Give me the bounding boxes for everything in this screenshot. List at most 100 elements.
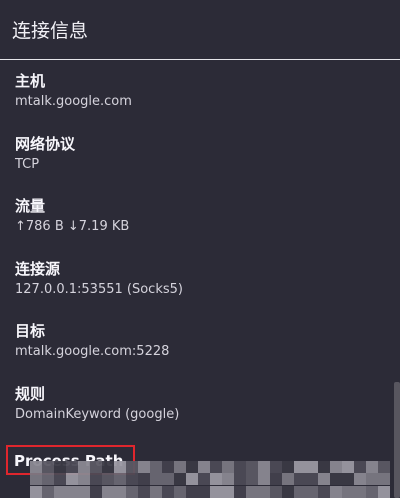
redaction-pixel bbox=[186, 473, 198, 486]
redaction-pixel bbox=[30, 461, 42, 473]
redaction-pixel bbox=[378, 461, 390, 473]
redaction-pixel bbox=[66, 485, 78, 498]
redaction-pixel bbox=[138, 485, 150, 498]
redaction-pixel bbox=[234, 485, 246, 498]
redaction-pixel bbox=[102, 473, 114, 486]
redaction-pixel bbox=[174, 485, 186, 498]
connection-details: 主机 mtalk.google.com 网络协议 TCP 流量 ↑786 B ↓… bbox=[0, 60, 400, 497]
redaction-pixel bbox=[366, 461, 378, 473]
redaction-pixel bbox=[42, 485, 54, 498]
redaction-pixel bbox=[162, 485, 174, 498]
redaction-pixel bbox=[222, 485, 234, 498]
redaction-pixel bbox=[78, 485, 90, 498]
redaction-pixel bbox=[246, 473, 258, 486]
redaction-pixel bbox=[198, 473, 210, 486]
redaction-pixel bbox=[186, 485, 198, 498]
redaction-pixel bbox=[42, 473, 54, 486]
field-value-source: 127.0.0.1:53551 (Socks5) bbox=[15, 281, 183, 297]
redaction-pixel bbox=[114, 485, 126, 498]
redaction-pixel bbox=[90, 485, 102, 498]
field-label-network-protocol: 网络协议 bbox=[15, 134, 76, 153]
scrollbar[interactable] bbox=[394, 382, 400, 498]
redaction-pixel bbox=[366, 485, 378, 498]
redaction-pixel bbox=[294, 473, 306, 486]
redaction-pixel bbox=[90, 461, 102, 473]
redaction-pixel bbox=[114, 461, 126, 473]
field-value-network-protocol: TCP bbox=[15, 156, 40, 172]
field-host: 主机 mtalk.google.com bbox=[15, 70, 400, 133]
redaction-pixel bbox=[306, 473, 318, 486]
field-label-source: 连接源 bbox=[15, 259, 61, 278]
redaction-pixel bbox=[366, 473, 378, 486]
redaction-pixel bbox=[162, 473, 174, 486]
redaction-pixel bbox=[126, 485, 138, 498]
redaction-pixel bbox=[174, 473, 186, 486]
redaction-pixel bbox=[294, 485, 306, 498]
field-network-protocol: 网络协议 TCP bbox=[15, 133, 400, 196]
field-label-host: 主机 bbox=[15, 72, 46, 90]
field-label-destination: 目标 bbox=[15, 322, 46, 340]
redaction-pixel bbox=[210, 473, 222, 486]
redaction-pixel bbox=[78, 473, 90, 486]
redaction-pixel bbox=[30, 485, 42, 498]
redaction-pixel bbox=[138, 461, 150, 473]
redaction-pixel bbox=[114, 473, 126, 486]
redaction-pixel bbox=[378, 485, 390, 498]
redaction-pixel bbox=[198, 461, 210, 473]
redaction-pixel bbox=[162, 461, 174, 473]
redaction-pixel bbox=[102, 485, 114, 498]
redaction-pixel bbox=[318, 473, 330, 486]
field-value-host: mtalk.google.com bbox=[15, 94, 132, 109]
redaction-pixel bbox=[354, 485, 366, 498]
redaction-pixel bbox=[126, 461, 138, 473]
redaction-pixel bbox=[150, 473, 162, 486]
redaction-pixel bbox=[294, 461, 306, 473]
redaction-pixel bbox=[222, 473, 234, 486]
redaction-pixel bbox=[210, 485, 222, 498]
redaction-pixel bbox=[330, 473, 342, 486]
redaction-pixel bbox=[270, 473, 282, 486]
redacted-process-path-value bbox=[30, 461, 400, 498]
field-source: 连接源 127.0.0.1:53551 (Socks5) bbox=[15, 258, 400, 321]
redaction-pixel bbox=[150, 461, 162, 473]
redaction-pixel bbox=[354, 461, 366, 473]
redaction-pixel bbox=[378, 473, 390, 486]
redaction-pixel bbox=[318, 485, 330, 498]
redaction-pixel bbox=[90, 473, 102, 486]
redaction-pixel bbox=[258, 485, 270, 498]
field-destination: 目标 mtalk.google.com:5228 bbox=[15, 320, 400, 383]
redaction-pixel bbox=[174, 461, 186, 473]
redaction-pixel bbox=[54, 473, 66, 486]
redaction-pixel bbox=[222, 461, 234, 473]
field-label-rule: 规则 bbox=[15, 384, 46, 403]
redaction-pixel bbox=[54, 485, 66, 498]
redaction-pixel bbox=[306, 485, 318, 498]
redaction-pixel bbox=[126, 473, 138, 486]
redaction-pixel bbox=[306, 461, 318, 473]
connection-info-panel: 连接信息 主机 mtalk.google.com 网络协议 TCP 流量 ↑78… bbox=[0, 0, 400, 498]
field-label-traffic: 流量 bbox=[15, 197, 46, 215]
redaction-pixel bbox=[234, 473, 246, 486]
panel-header: 连接信息 bbox=[0, 0, 400, 60]
redaction-pixel bbox=[150, 485, 162, 498]
redaction-pixel bbox=[42, 461, 54, 473]
field-value-traffic: ↑786 B ↓7.19 KB bbox=[15, 219, 130, 234]
redaction-pixel bbox=[186, 461, 198, 473]
redaction-pixel bbox=[66, 473, 78, 486]
redaction-pixel bbox=[30, 473, 42, 486]
redaction-pixel bbox=[246, 485, 258, 498]
redaction-pixel bbox=[330, 485, 342, 498]
redaction-pixel bbox=[54, 461, 66, 473]
redaction-pixel bbox=[198, 485, 210, 498]
redaction-pixel bbox=[270, 461, 282, 473]
field-value-rule: DomainKeyword (google) bbox=[15, 406, 180, 422]
redaction-pixel bbox=[270, 485, 282, 498]
redaction-pixel bbox=[210, 461, 222, 473]
field-value-destination: mtalk.google.com:5228 bbox=[15, 344, 170, 359]
redaction-pixel bbox=[318, 461, 330, 473]
panel-title: 连接信息 bbox=[12, 20, 89, 42]
redaction-pixel bbox=[342, 473, 354, 486]
field-traffic: 流量 ↑786 B ↓7.19 KB bbox=[15, 195, 400, 258]
redaction-pixel bbox=[342, 461, 354, 473]
redaction-pixel bbox=[102, 461, 114, 473]
